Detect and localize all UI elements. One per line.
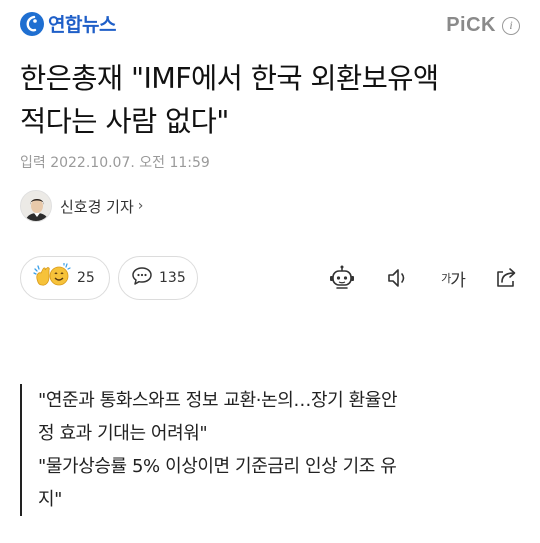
article-title: 한은총재 "IMF에서 한국 외환보유액 적다는 사람 없다" (20, 57, 525, 143)
pick-label: PiCK (446, 14, 496, 36)
clap-and-smile-emoji-icon (33, 262, 71, 293)
summary-line-3: "물가상승률 5% 이상이면 기준금리 인상 기조 유 (38, 456, 397, 477)
article-summary: "연준과 통화스와프 정보 교환·논의…장기 환율안 정 효과 기대는 어려워"… (20, 384, 520, 516)
font-size-small-label: 가 (441, 272, 451, 285)
article-title-line-2: 적다는 사람 없다" (20, 105, 229, 138)
globe-logo-icon (20, 11, 44, 36)
comment-button[interactable]: 135 (118, 256, 198, 300)
article-action-bar: 25 135 가가 (20, 256, 520, 300)
article-date: 입력 2022.10.07. 오전 11:59 (20, 155, 210, 171)
font-size-large-label: 가 (450, 270, 466, 291)
reaction-button[interactable]: 25 (20, 256, 110, 300)
reporter-avatar (20, 190, 52, 222)
summary-line-1: "연준과 통화스와프 정보 교환·논의…장기 환율안 (38, 390, 398, 411)
article-title-line-1: 한은총재 "IMF에서 한국 외환보유액 (20, 62, 439, 95)
info-icon[interactable]: i (502, 16, 520, 35)
chevron-right-icon: › (137, 198, 144, 214)
robot-icon[interactable] (328, 264, 356, 292)
share-icon[interactable] (492, 264, 520, 292)
speech-bubble-icon (131, 265, 153, 291)
comment-count: 135 (159, 270, 186, 286)
speaker-icon[interactable] (384, 264, 412, 292)
reporter-name: 신호경 기자 (60, 197, 134, 216)
yonhap-logo[interactable]: 연합뉴스 (20, 10, 116, 37)
pick-badge[interactable]: PiCK i (446, 14, 520, 37)
font-size-button[interactable]: 가가 (436, 264, 470, 292)
reporter-link[interactable]: 신호경 기자 › (20, 190, 143, 222)
site-header: 연합뉴스 PiCK i (0, 0, 540, 52)
summary-line-4: 지" (38, 489, 63, 510)
summary-line-2: 정 효과 기대는 어려워" (38, 423, 208, 444)
reaction-count: 25 (77, 270, 95, 286)
logo-text: 연합뉴스 (48, 14, 116, 36)
